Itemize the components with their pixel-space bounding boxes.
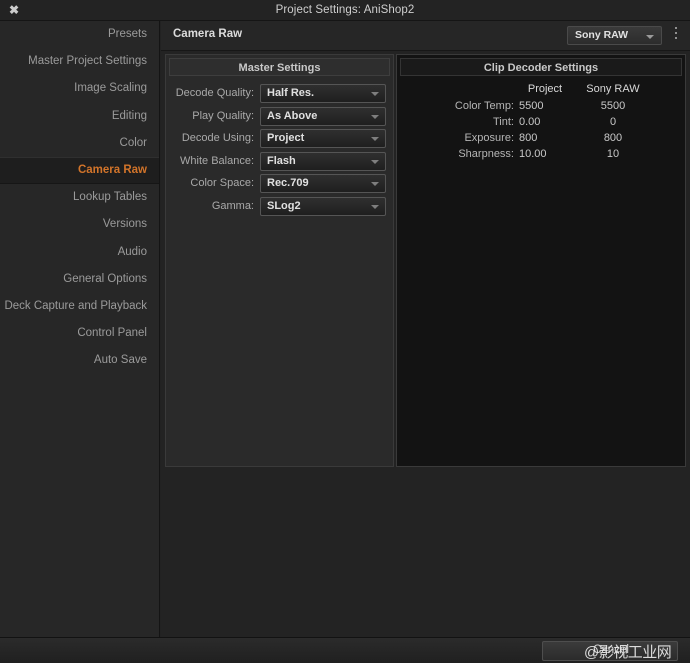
sidebar-item-camera-raw[interactable]: Camera Raw [0, 156, 159, 185]
dropdown-value: Half Res. [267, 87, 315, 99]
clip-decoder-rows: Color Temp: 5500 5500 Tint: 0.00 0 Exposure: 80… [397, 100, 687, 164]
chevron-down-icon [371, 159, 379, 164]
chevron-down-icon [371, 114, 379, 119]
master-setting-row: Gamma: SLog2 [166, 196, 395, 219]
chevron-down-icon [371, 182, 379, 186]
clip-setting-project-value[interactable]: 0.00 [519, 116, 579, 128]
field-label: Decode Using: [181, 132, 254, 144]
chevron-down-icon [371, 137, 379, 141]
master-setting-row: White Balance: Flash [166, 151, 395, 174]
dropdown-value: As Above [267, 109, 318, 122]
kebab-dot [675, 27, 677, 29]
field-label: White Balance: [180, 154, 254, 167]
clip-setting-project-value[interactable]: 10.00 [519, 148, 579, 160]
dropdown-value: Rec.709 [267, 177, 309, 189]
clip-setting-label: Color Temp: [454, 100, 514, 112]
table-row: Exposure: 800 800 [397, 132, 687, 148]
more-options-icon[interactable] [670, 27, 682, 45]
chevron-down-icon [371, 92, 379, 96]
page-title: Camera Raw [173, 28, 243, 40]
chevron-down-icon [646, 35, 654, 39]
clip-decoder-header-row: Project Sony RAW [397, 83, 687, 100]
table-row: Color Temp: 5500 5500 [397, 100, 687, 116]
settings-sidebar: Presets Master Project Settings Image Scal… [0, 21, 160, 637]
chevron-down-icon [371, 204, 379, 209]
camera-raw-source-value: Sony RAW [575, 29, 629, 41]
field-label: Color Space: [190, 177, 254, 189]
clip-setting-source-value: 800 [603, 132, 623, 144]
sidebar-item-image-scaling[interactable]: Image Scaling [0, 75, 159, 102]
master-settings-title: Master Settings [169, 58, 390, 76]
master-setting-row: Play Quality: As Above [166, 106, 395, 129]
settings-panels: Master Settings Decode Quality: Half Res.… [165, 54, 686, 467]
field-label: Play Quality: [192, 109, 254, 122]
sidebar-item-control-panel[interactable]: Control Panel [0, 320, 159, 347]
clip-decoder-title: Clip Decoder Settings [400, 58, 682, 76]
clip-setting-label: Exposure: [464, 132, 514, 144]
dropdown-value: Flash [267, 154, 296, 167]
dropdown-gamma[interactable]: SLog2 [260, 196, 386, 216]
sidebar-item-general-options[interactable]: General Options [0, 266, 159, 293]
title-bar: ✖ Project Settings: AniShop2 [0, 0, 690, 21]
sidebar-item-deck-capture-and-playback[interactable]: Deck Capture and Playback [0, 293, 159, 320]
table-row: Sharpness: 10.00 10 [397, 148, 687, 164]
dropdown-value: Project [267, 132, 305, 144]
kebab-dot [675, 32, 677, 34]
project-settings-window: ✖ Project Settings: AniShop2 Presets Mast… [0, 0, 690, 663]
dropdown-white-balance[interactable]: Flash [260, 151, 386, 171]
clip-setting-source-value: 5500 [600, 100, 626, 112]
clip-setting-source-value: 0 [609, 116, 617, 128]
dropdown-value: SLog2 [267, 199, 301, 212]
clip-decoder-panel: Clip Decoder Settings Project Sony RAW C… [396, 54, 686, 467]
clip-setting-project-value[interactable]: 800 [519, 132, 579, 144]
clip-decoder-table: Project Sony RAW Color Temp: 5500 5500 Tint… [397, 83, 687, 164]
window-title: Project Settings: AniShop2 [275, 4, 415, 16]
sidebar-item-presets[interactable]: Presets [0, 21, 159, 48]
clip-setting-project-value[interactable]: 5500 [519, 100, 579, 112]
sidebar-item-lookup-tables[interactable]: Lookup Tables [0, 184, 159, 211]
sidebar-item-versions[interactable]: Versions [0, 211, 159, 238]
watermark: @影视工业网 [584, 644, 672, 661]
master-setting-row: Decode Using: Project [166, 129, 395, 151]
sidebar-item-auto-save[interactable]: Auto Save [0, 347, 159, 374]
field-label: Gamma: [211, 199, 254, 212]
table-row: Tint: 0.00 0 [397, 116, 687, 132]
master-setting-row: Decode Quality: Half Res. [166, 84, 395, 106]
dropdown-color-space[interactable]: Rec.709 [260, 174, 386, 193]
clip-setting-label: Sharpness: [458, 148, 514, 160]
content-area: Camera Raw Sony RAW Master Settings Deco… [161, 21, 690, 637]
clip-setting-label: Tint: [493, 116, 514, 128]
camera-raw-source-dropdown[interactable]: Sony RAW [567, 26, 662, 45]
column-header-project: Project [527, 83, 563, 95]
sidebar-item-color[interactable]: Color [0, 130, 159, 157]
dropdown-decode-quality[interactable]: Half Res. [260, 84, 386, 103]
sidebar-item-audio[interactable]: Audio [0, 239, 159, 266]
kebab-dot [675, 37, 677, 39]
sidebar-item-master-project-settings[interactable]: Master Project Settings [0, 48, 159, 75]
master-setting-row: Color Space: Rec.709 [166, 174, 395, 196]
clip-setting-source-value: 10 [606, 148, 620, 160]
dropdown-decode-using[interactable]: Project [260, 129, 386, 148]
master-settings-panel: Master Settings Decode Quality: Half Res.… [165, 54, 394, 467]
content-header: Camera Raw Sony RAW [161, 21, 690, 51]
sidebar-item-editing[interactable]: Editing [0, 103, 159, 130]
dropdown-play-quality[interactable]: As Above [260, 106, 386, 126]
field-label: Decode Quality: [175, 87, 254, 99]
column-header-source: Sony RAW [586, 83, 640, 95]
